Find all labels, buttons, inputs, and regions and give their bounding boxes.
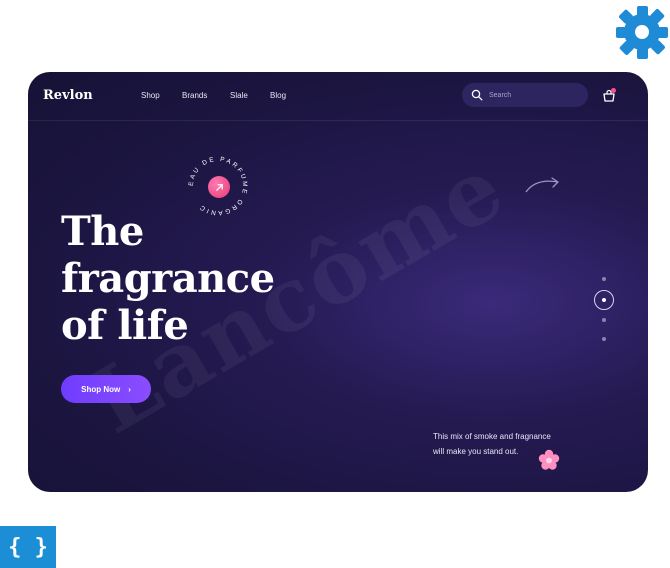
code-brackets-icon: { }: [0, 526, 56, 568]
nav-sale[interactable]: Slale: [230, 91, 248, 100]
hero-headline: The fragrance of life: [61, 208, 275, 349]
arrow-up-right-icon[interactable]: [208, 176, 230, 198]
slider-dot-2-active[interactable]: [594, 290, 614, 310]
curved-arrow-icon: [525, 177, 559, 193]
shop-now-button[interactable]: Shop Now ›: [61, 375, 151, 403]
slider-dot-3[interactable]: [602, 318, 606, 322]
brand-logo[interactable]: Revlon: [43, 88, 93, 103]
cart-button[interactable]: [602, 88, 616, 103]
nav-blog[interactable]: Blog: [270, 91, 286, 100]
shop-now-label: Shop Now: [81, 384, 121, 394]
hero-card: Lancôme Revlon Shop Brands Slale Blog Se…: [28, 72, 648, 492]
gear-icon: [612, 0, 670, 64]
chevron-right-icon: ›: [128, 384, 131, 394]
search-placeholder: Search: [489, 91, 512, 99]
cart-notification-dot: [611, 88, 616, 93]
tagline-line-2: will make you stand out.: [433, 447, 519, 456]
headline-line-3: of life: [61, 302, 189, 349]
search-input[interactable]: Search: [462, 83, 588, 107]
flower-icon: [538, 449, 560, 470]
hero-tagline: This mix of smoke and fragnance will mak…: [433, 429, 551, 459]
slider-pagination: [593, 274, 617, 344]
headline-line-1: The: [61, 208, 144, 255]
tagline-line-1: This mix of smoke and fragnance: [433, 432, 551, 441]
navbar: Revlon Shop Brands Slale Blog Search: [28, 72, 648, 120]
nav-brands[interactable]: Brands: [182, 91, 207, 100]
slider-dot-1[interactable]: [602, 277, 606, 281]
search-icon: [471, 89, 483, 101]
headline-line-2: fragrance: [61, 255, 275, 302]
slider-dot-4[interactable]: [602, 337, 606, 341]
nav-shop[interactable]: Shop: [141, 91, 160, 100]
